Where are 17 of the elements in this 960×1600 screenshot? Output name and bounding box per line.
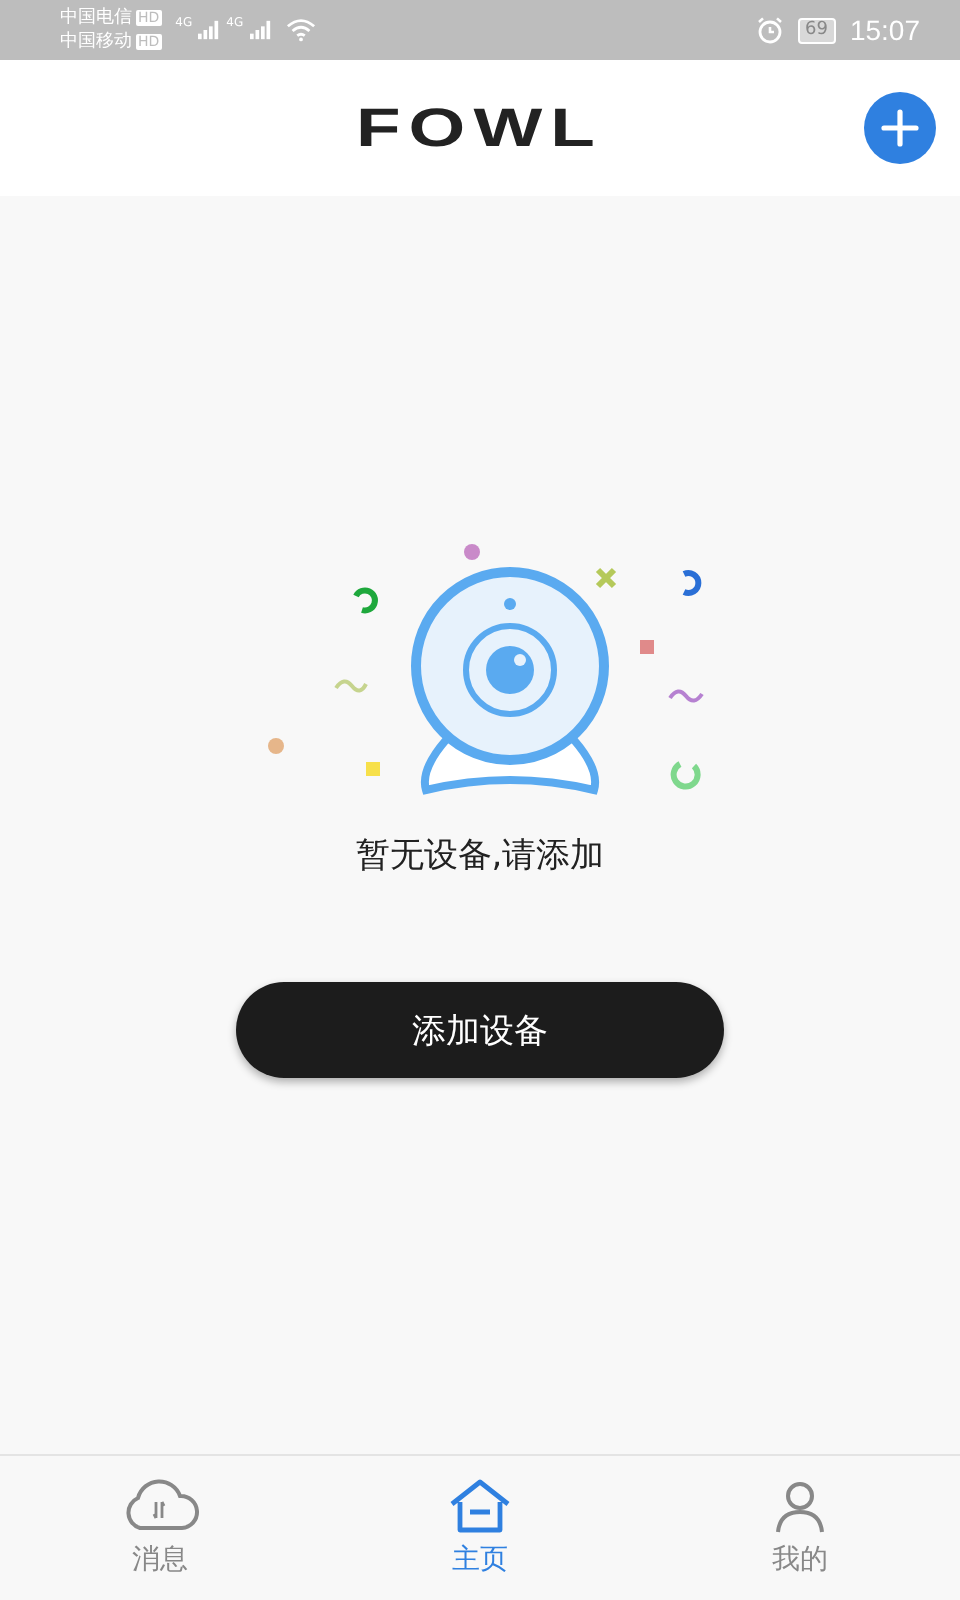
nav-tab[interactable]: 消息 [0,1456,320,1600]
nav-tab[interactable]: 我的 [640,1456,960,1600]
battery-indicator: 69 [797,17,836,43]
brand-logo: FOWL [356,97,604,159]
wifi-icon [285,18,316,42]
clock-time: 15:07 [849,14,920,46]
signal-icon [198,20,221,40]
empty-message: 暂无设备,请添加 [355,834,605,878]
alarm-icon [755,16,783,44]
add-device-button[interactable]: 添加设备 [236,982,724,1078]
carrier-name: 中国电信 [60,6,132,30]
add-button[interactable] [864,92,936,164]
plus-icon [880,108,920,148]
cloud-icon [120,1478,200,1534]
signal-icon [249,20,272,40]
nav-tab[interactable]: 主页 [320,1456,640,1600]
carrier-name: 中国移动 [60,30,132,54]
